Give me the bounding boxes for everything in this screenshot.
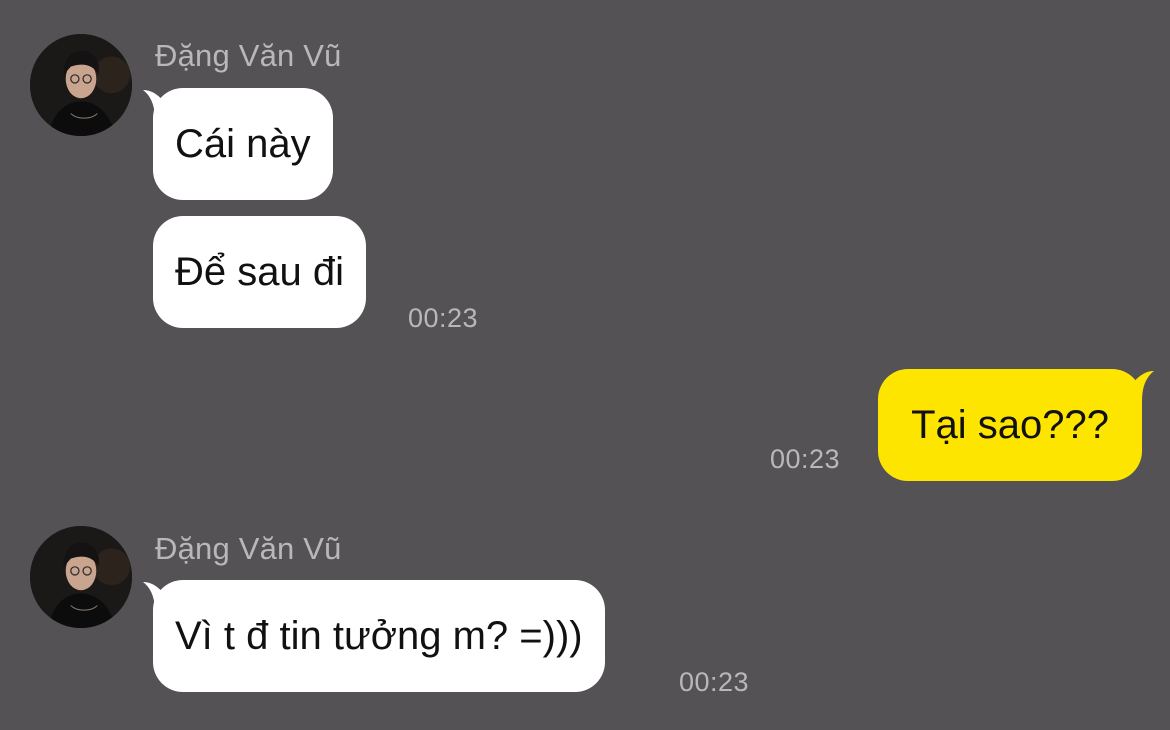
message-bubble-outgoing[interactable]: Tại sao??? (878, 369, 1142, 481)
message-text: Để sau đi (175, 249, 344, 294)
message-bubble[interactable]: Vì t đ tin tưởng m? =))) (153, 580, 605, 692)
sender-name: Đặng Văn Vũ (155, 38, 342, 73)
message-time: 00:23 (679, 667, 750, 697)
avatar-photo-icon (30, 526, 132, 628)
message-text: Cái này (175, 121, 311, 166)
bubble-tail-icon (1128, 369, 1154, 401)
sender-avatar[interactable] (30, 34, 132, 136)
bubble-tail-icon (143, 580, 169, 612)
message-time: 00:23 (408, 303, 479, 333)
message-text: Tại sao??? (911, 402, 1109, 447)
sender-avatar[interactable] (30, 526, 132, 628)
message-bubble[interactable]: Cái này (153, 88, 333, 200)
message-time: 00:23 (770, 444, 841, 474)
bubble-tail-icon (143, 88, 169, 120)
message-text: Vì t đ tin tưởng m? =))) (175, 613, 583, 658)
avatar-photo-icon (30, 34, 132, 136)
sender-name: Đặng Văn Vũ (155, 531, 342, 566)
message-bubble[interactable]: Để sau đi (153, 216, 366, 328)
